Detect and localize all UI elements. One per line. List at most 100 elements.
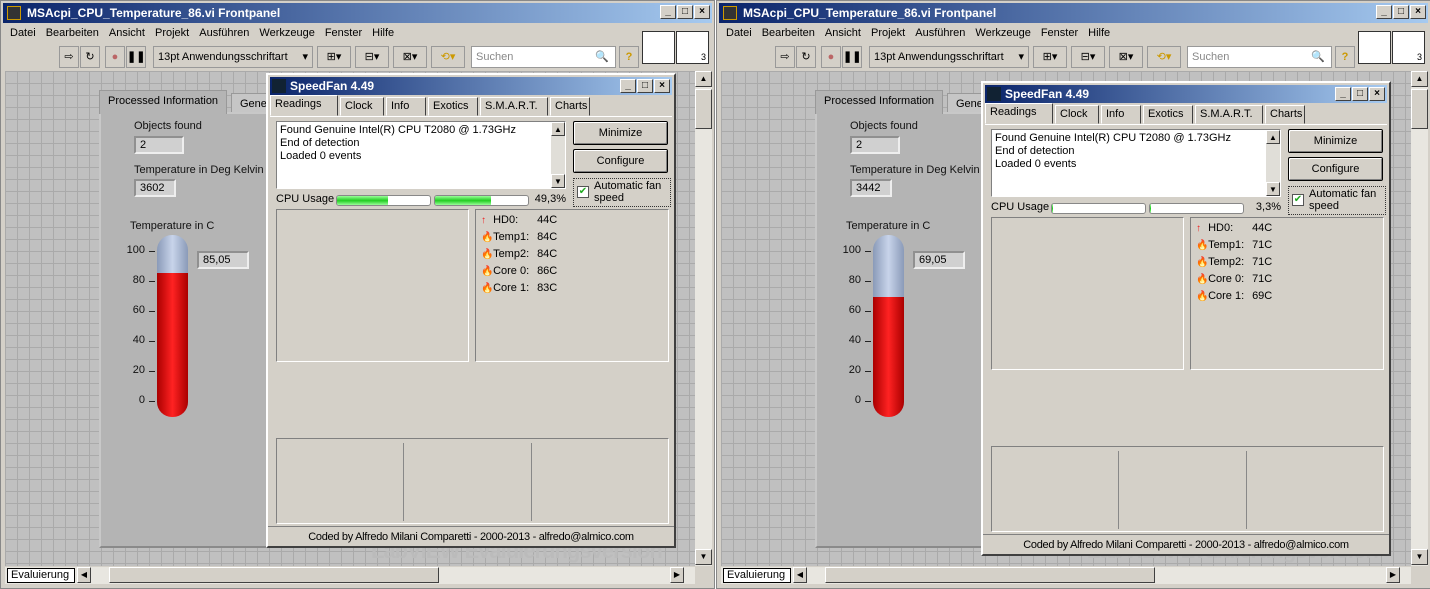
resize-objects-button[interactable]: ⊠▾ — [393, 46, 427, 68]
tab-exotics[interactable]: Exotics — [428, 97, 478, 116]
menu-item[interactable]: Fenster — [320, 25, 367, 41]
font-select[interactable]: 13pt Anwendungsschriftart ▾ — [869, 46, 1029, 68]
distribute-objects-button[interactable]: ⊟▾ — [355, 46, 389, 68]
tab-charts[interactable]: Charts — [550, 97, 590, 116]
speedfan-minimize-button[interactable]: _ — [1335, 87, 1351, 101]
scroll-thumb[interactable] — [695, 89, 712, 129]
menu-item[interactable]: Hilfe — [1083, 25, 1115, 41]
log-scroll-down[interactable]: ▼ — [551, 174, 565, 188]
help-button[interactable]: ? — [1335, 46, 1355, 68]
abort-button[interactable]: ● — [821, 46, 841, 68]
speedfan-maximize-button[interactable]: □ — [1352, 87, 1368, 101]
run-continuously-button[interactable]: ↻ — [80, 46, 100, 68]
vertical-scrollbar[interactable]: ▲ ▼ — [695, 71, 712, 566]
abort-button[interactable]: ● — [105, 46, 125, 68]
minimize-button[interactable]: _ — [660, 5, 676, 19]
speedfan-maximize-button[interactable]: □ — [637, 79, 653, 93]
run-arrow-button[interactable]: ⇨ — [775, 46, 795, 68]
scroll-left-button[interactable]: ◀ — [77, 567, 91, 583]
log-scroll-down[interactable]: ▼ — [1266, 182, 1280, 196]
horizontal-scrollbar[interactable]: Evaluierung ◀ ▶ — [721, 567, 1411, 584]
maximize-button[interactable]: □ — [677, 5, 693, 19]
log-scroll-up[interactable]: ▲ — [551, 122, 565, 136]
tab-readings[interactable]: Readings — [985, 103, 1053, 124]
horizontal-scroll-thumb[interactable] — [825, 567, 1155, 583]
icon-pane[interactable] — [1358, 31, 1391, 64]
tab-smart[interactable]: S.M.A.R.T. — [480, 97, 548, 116]
tab-smart[interactable]: S.M.A.R.T. — [1195, 105, 1263, 124]
resize-objects-button[interactable]: ⊠▾ — [1109, 46, 1143, 68]
menu-item[interactable]: Datei — [5, 25, 41, 41]
scroll-right-button[interactable]: ▶ — [670, 567, 684, 583]
search-input[interactable]: Suchen 🔍 — [1187, 46, 1332, 68]
icon-pane[interactable] — [642, 31, 675, 64]
vertical-scrollbar[interactable]: ▲ ▼ — [1411, 71, 1428, 566]
evaluierung-tab[interactable]: Evaluierung — [723, 568, 791, 583]
log-scrollbar[interactable]: ▲ ▼ — [1266, 130, 1280, 196]
menu-item[interactable]: Ausführen — [194, 25, 254, 41]
minimize-button[interactable]: _ — [1376, 5, 1392, 19]
menu-item[interactable]: Hilfe — [367, 25, 399, 41]
scroll-down-button[interactable]: ▼ — [695, 549, 712, 565]
run-arrow-button[interactable]: ⇨ — [59, 46, 79, 68]
horizontal-scroll-thumb[interactable] — [109, 567, 439, 583]
horizontal-scrollbar[interactable]: Evaluierung ◀ ▶ — [5, 567, 695, 584]
menu-item[interactable]: Werkzeuge — [254, 25, 319, 41]
reorder-button[interactable]: ⟲▾ — [431, 46, 465, 68]
minimize-to-tray-button[interactable]: Minimize — [573, 121, 668, 145]
distribute-objects-button[interactable]: ⊟▾ — [1071, 46, 1105, 68]
scroll-right-button[interactable]: ▶ — [1386, 567, 1400, 583]
log-scroll-up[interactable]: ▲ — [1266, 130, 1280, 144]
pause-button[interactable]: ❚❚ — [842, 46, 862, 68]
connector-pane-icon[interactable]: 3 — [676, 31, 709, 64]
configure-button[interactable]: Configure — [573, 149, 668, 173]
maximize-button[interactable]: □ — [1393, 5, 1409, 19]
scroll-up-button[interactable]: ▲ — [695, 71, 712, 87]
align-objects-button[interactable]: ⊞▾ — [1033, 46, 1067, 68]
menu-item[interactable]: Datei — [721, 25, 757, 41]
menu-item[interactable]: Ausführen — [910, 25, 970, 41]
reorder-button[interactable]: ⟲▾ — [1147, 46, 1181, 68]
menu-item[interactable]: Projekt — [150, 25, 194, 41]
help-button[interactable]: ? — [619, 46, 639, 68]
scroll-down-button[interactable]: ▼ — [1411, 549, 1428, 565]
run-continuously-button[interactable]: ↻ — [796, 46, 816, 68]
tab-exotics[interactable]: Exotics — [1143, 105, 1193, 124]
tab-charts[interactable]: Charts — [1265, 105, 1305, 124]
tab-info[interactable]: Info — [386, 97, 426, 116]
log-scrollbar[interactable]: ▲ ▼ — [551, 122, 565, 188]
speedfan-close-button[interactable]: × — [1369, 87, 1385, 101]
speedfan-minimize-button[interactable]: _ — [620, 79, 636, 93]
minimize-to-tray-button[interactable]: Minimize — [1288, 129, 1383, 153]
tab-clock[interactable]: Clock — [340, 97, 384, 116]
pause-button[interactable]: ❚❚ — [126, 46, 146, 68]
tab-processed-information[interactable]: Processed Information — [815, 90, 944, 114]
menu-item[interactable]: Bearbeiten — [41, 25, 104, 41]
tab-clock[interactable]: Clock — [1055, 105, 1099, 124]
connector-pane-icon[interactable]: 3 — [1392, 31, 1425, 64]
close-button[interactable]: × — [694, 5, 710, 19]
scroll-thumb[interactable] — [1411, 89, 1428, 129]
align-objects-button[interactable]: ⊞▾ — [317, 46, 351, 68]
evaluierung-tab[interactable]: Evaluierung — [7, 568, 75, 583]
menu-item[interactable]: Bearbeiten — [757, 25, 820, 41]
close-button[interactable]: × — [1410, 5, 1426, 19]
search-input[interactable]: Suchen 🔍 — [471, 46, 616, 68]
tab-info[interactable]: Info — [1101, 105, 1141, 124]
font-select[interactable]: 13pt Anwendungsschriftart ▾ — [153, 46, 313, 68]
tab-general[interactable]: General — [231, 93, 271, 114]
menu-item[interactable]: Werkzeuge — [970, 25, 1035, 41]
tab-readings[interactable]: Readings — [270, 95, 338, 116]
scroll-left-button[interactable]: ◀ — [793, 567, 807, 583]
auto-fan-label: Automatic fan speed — [594, 180, 662, 204]
menu-item[interactable]: Ansicht — [820, 25, 866, 41]
configure-button[interactable]: Configure — [1288, 157, 1383, 181]
auto-fan-checkbox[interactable]: ✔ Automatic fan speed — [1288, 186, 1386, 215]
speedfan-close-button[interactable]: × — [654, 79, 670, 93]
auto-fan-checkbox[interactable]: ✔ Automatic fan speed — [573, 178, 671, 207]
scroll-up-button[interactable]: ▲ — [1411, 71, 1428, 87]
menu-item[interactable]: Ansicht — [104, 25, 150, 41]
menu-item[interactable]: Projekt — [866, 25, 910, 41]
menu-item[interactable]: Fenster — [1036, 25, 1083, 41]
tab-processed-information[interactable]: Processed Information — [99, 90, 228, 114]
